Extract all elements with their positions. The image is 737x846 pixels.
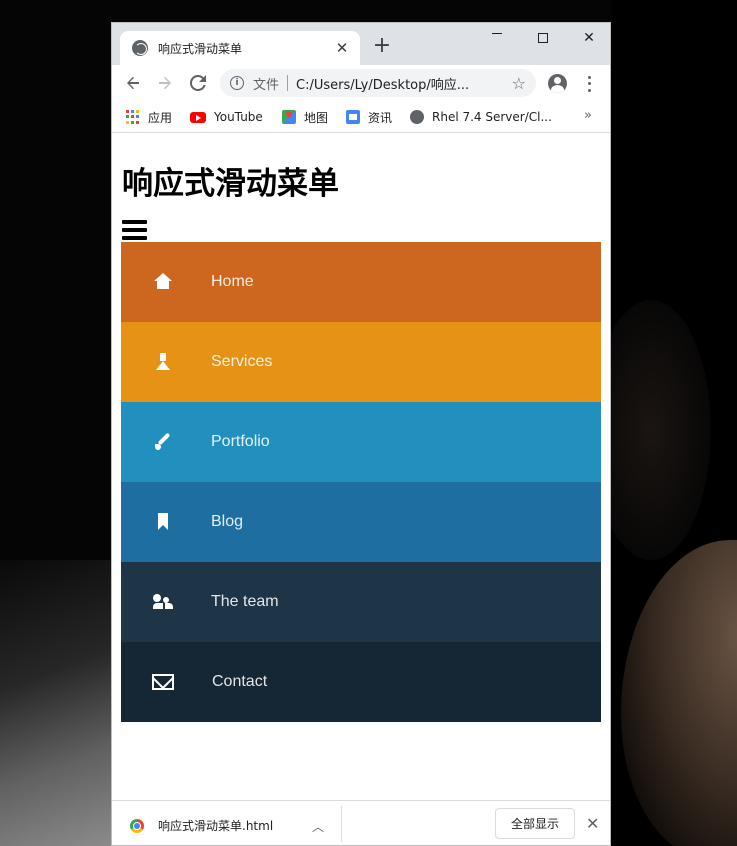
youtube-icon [190,111,206,123]
tab-close-button[interactable]: ✕ [334,39,350,57]
globe-icon [410,110,424,124]
minimize-icon [492,32,502,34]
minimize-button[interactable] [474,23,520,53]
hamburger-icon[interactable] [122,220,147,240]
reload-icon [190,75,206,91]
globe-icon [132,40,148,56]
browser-toolbar: i 文件 C:/Users/Ly/Desktop/响应... ☆ [112,65,610,101]
bookmark-apps[interactable]: 应用 [126,108,172,126]
tab-strip: 响应式滑动菜单 ✕ + ✕ [112,23,610,65]
show-all-button[interactable]: 全部显示 [495,808,575,839]
team-icon [153,592,173,612]
maximize-icon [538,33,548,43]
forward-button[interactable] [153,71,177,95]
address-separator [287,75,289,91]
address-bar[interactable]: i 文件 C:/Users/Ly/Desktop/响应... ☆ [220,69,536,97]
nav-item-team[interactable]: The team [121,562,601,642]
chrome-icon [130,818,144,833]
nav-item-portfolio[interactable]: Portfolio [121,402,601,482]
bookmark-youtube[interactable]: YouTube [190,108,263,126]
bookmark-label: 地图 [304,110,329,125]
profile-avatar-icon[interactable] [548,74,567,93]
maximize-button[interactable] [520,23,566,53]
nav-item-contact[interactable]: Contact [121,642,601,722]
bookmark-label: YouTube [214,110,263,124]
bookmarks-overflow-button[interactable]: » [584,108,592,123]
page-title: 响应式滑动菜单 [122,166,339,202]
home-icon [153,272,173,292]
new-tab-button[interactable]: + [372,35,392,57]
nav-item-home[interactable]: Home [121,242,601,322]
news-icon [346,110,360,124]
apps-grid-icon [126,110,140,124]
address-scheme-label: 文件 [253,77,280,93]
bookmark-label: Rhel 7.4 Server/Cl... [432,110,552,124]
nav-item-blog[interactable]: Blog [121,482,601,562]
tab-title: 响应式滑动菜单 [158,41,243,56]
back-button[interactable] [121,71,145,95]
bookmark-news[interactable]: 资讯 [346,108,392,126]
divider [341,806,342,842]
flask-icon [153,352,173,372]
brush-icon [153,432,173,452]
nav-item-label: The team [211,593,279,610]
info-icon[interactable]: i [230,76,244,90]
bookmark-maps[interactable]: 地图 [282,108,328,126]
address-url[interactable]: C:/Users/Ly/Desktop/响应... [296,74,506,93]
background-hand [621,540,737,846]
desktop-background-right [611,0,737,846]
nav-menu: Home Services Portfolio Blog The team Co… [121,242,601,722]
nav-item-label: Services [211,353,273,370]
browser-window: 响应式滑动菜单 ✕ + ✕ i 文件 C:/Users/Ly/Desktop/响… [111,22,611,846]
nav-item-label: Blog [211,513,244,530]
bookmarks-bar: 应用 YouTube 地图 资讯 Rhel 7.4 Server/Cl... » [112,101,610,133]
nav-item-label: Home [211,273,254,290]
downloads-close-button[interactable]: ✕ [586,814,599,833]
nav-item-label: Portfolio [211,433,270,450]
arrow-right-icon [159,76,171,90]
arrow-left-icon [127,76,139,90]
browser-tab[interactable]: 响应式滑动菜单 ✕ [120,31,360,65]
maps-icon [282,110,296,124]
desktop-background-left [0,560,111,846]
chevron-up-icon[interactable]: ︿ [312,818,324,835]
bookmark-label: 资讯 [368,110,393,125]
download-file-name: 响应式滑动菜单.html [158,819,274,833]
nav-item-label: Contact [212,673,268,690]
download-item[interactable]: 响应式滑动菜单.html [130,817,273,834]
bookmark-star-icon[interactable]: ☆ [512,74,526,93]
background-shadow [611,300,711,560]
mail-icon [152,674,174,690]
bookmark-rhel[interactable]: Rhel 7.4 Server/Cl... [410,108,552,126]
page-content: 响应式滑动菜单 Home Services Portfolio Blog The [112,134,610,799]
nav-item-services[interactable]: Services [121,322,601,402]
reload-button[interactable] [186,71,210,95]
bookmark-icon [153,512,173,532]
window-close-button[interactable]: ✕ [566,23,610,53]
browser-menu-button[interactable] [584,74,594,94]
bookmark-label: 应用 [148,110,173,125]
downloads-bar: 响应式滑动菜单.html ︿ 全部显示 ✕ [112,800,610,845]
